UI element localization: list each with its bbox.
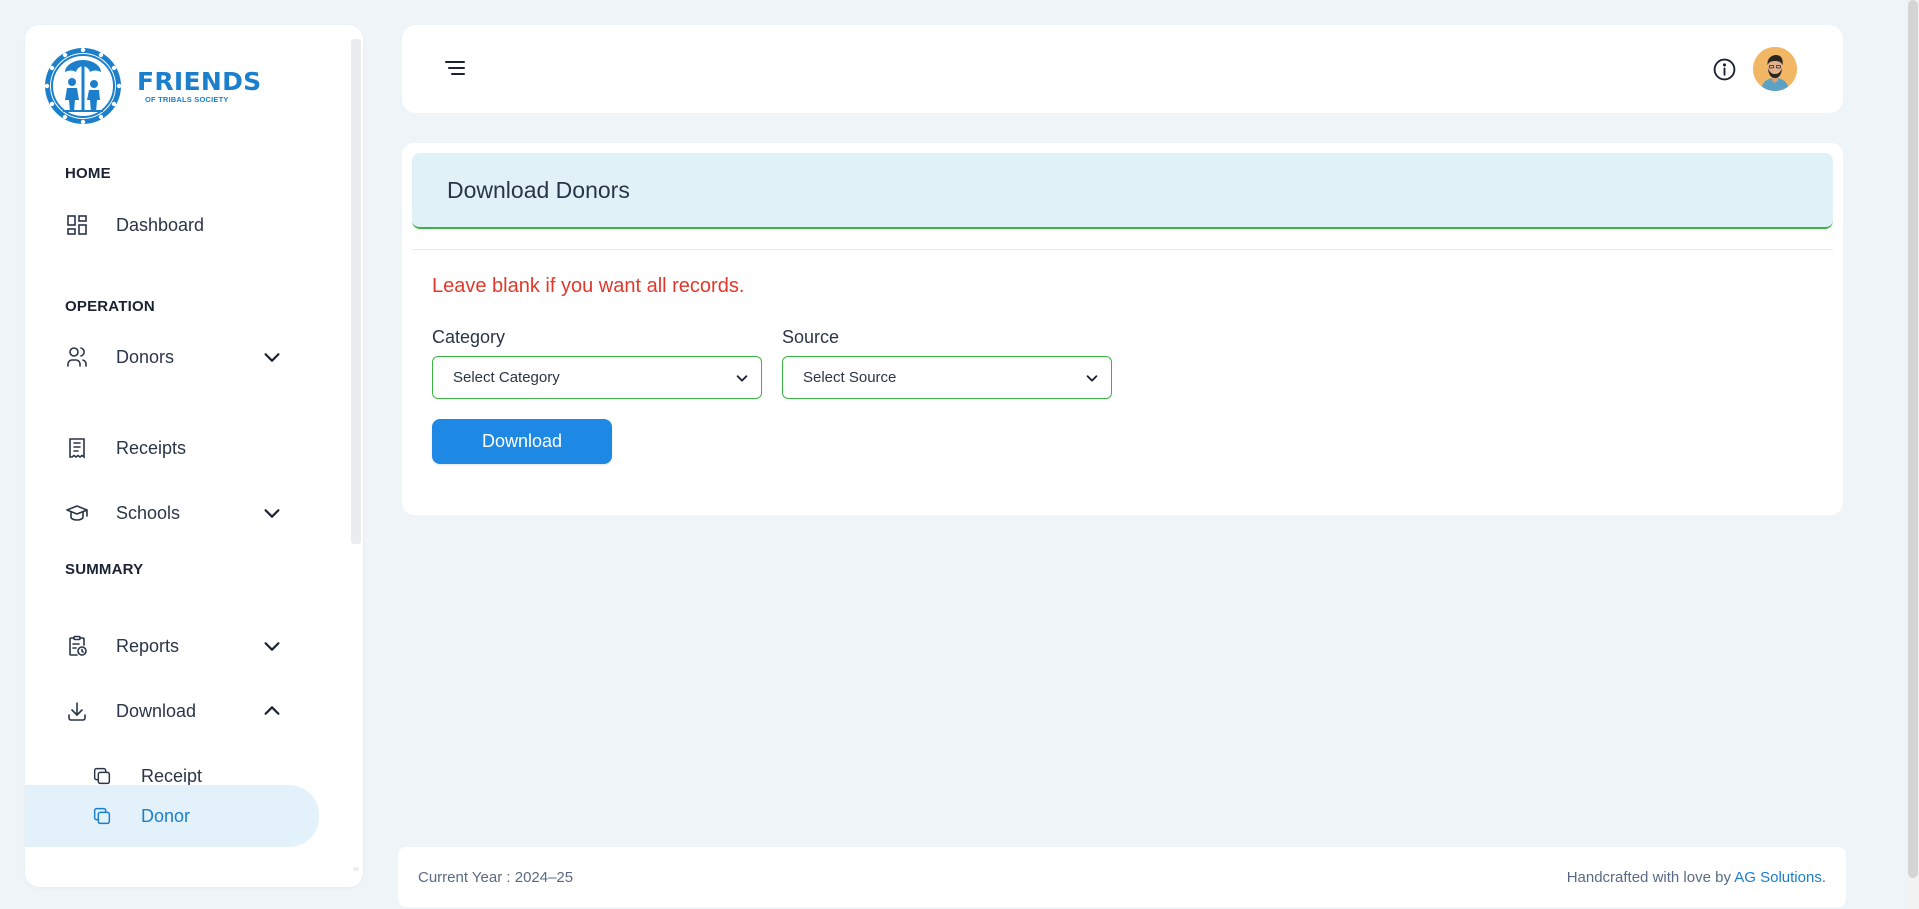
- sidebar-scrollbar[interactable]: [351, 39, 361, 544]
- receipt-icon: [65, 436, 89, 460]
- card-header: Download Donors: [412, 153, 1833, 229]
- page-title: Download Donors: [447, 177, 630, 203]
- section-title-summary: SUMMARY: [65, 561, 144, 578]
- current-year: Current Year : 2024–25: [418, 869, 574, 886]
- clipboard-icon: [65, 634, 89, 658]
- sidebar-subitem-donor[interactable]: Donor: [25, 785, 319, 847]
- section-title-operation: OPERATION: [65, 298, 155, 315]
- section-title-home: HOME: [65, 165, 111, 182]
- sidebar-item-label: Schools: [116, 502, 181, 523]
- sidebar-item-label: Donor: [141, 805, 191, 826]
- society-seal-icon: [44, 47, 122, 125]
- brand-name: FRIENDS OF TRIBALS SOCIETY: [137, 69, 262, 104]
- blank-records-notice: Leave blank if you want all records.: [432, 275, 745, 297]
- sidebar-item-dashboard[interactable]: Dashboard: [25, 195, 320, 255]
- sidebar-item-label: Receipt: [141, 765, 203, 786]
- category-select-value: Select Category: [453, 369, 560, 386]
- copy-icon: [91, 765, 113, 787]
- sidebar-item-schools[interactable]: Schools: [25, 483, 320, 543]
- ag-solutions-link[interactable]: AG Solutions: [1734, 869, 1822, 886]
- sidebar-scroll-indicator: [353, 867, 359, 871]
- credit-suffix: .: [1821, 869, 1826, 886]
- source-select-value: Select Source: [803, 369, 897, 386]
- info-icon[interactable]: [1712, 57, 1737, 82]
- category-select[interactable]: Select Category: [432, 356, 762, 399]
- copy-icon: [91, 805, 113, 827]
- chevron-down-icon: [264, 509, 280, 518]
- school-icon: [65, 501, 89, 525]
- sidebar-item-label: Donors: [116, 346, 175, 367]
- sidebar-item-label: Reports: [116, 635, 180, 656]
- download-button[interactable]: Download: [432, 419, 612, 464]
- menu-toggle-icon[interactable]: [442, 55, 468, 81]
- chevron-down-icon: [264, 353, 280, 362]
- brand-logo[interactable]: FRIENDS OF TRIBALS SOCIETY: [43, 45, 283, 127]
- sidebar-item-label: Dashboard: [116, 214, 205, 235]
- footer: Current Year : 2024–25 Handcrafted with …: [398, 847, 1846, 907]
- sidebar-item-reports[interactable]: Reports: [25, 616, 320, 676]
- footer-credit: Handcrafted with love by AG Solutions.: [1567, 869, 1826, 886]
- top-bar: [402, 25, 1843, 113]
- brand-name-secondary: OF TRIBALS SOCIETY: [145, 94, 229, 104]
- download-icon: [65, 699, 89, 723]
- chevron-down-icon: [736, 374, 748, 382]
- divider: [412, 249, 1833, 250]
- sidebar: FRIENDS OF TRIBALS SOCIETY HOME Dashboar…: [25, 25, 363, 887]
- dashboard-icon: [65, 213, 89, 237]
- avatar-portrait-icon: [1753, 47, 1797, 91]
- brand-name-primary: FRIENDS: [137, 66, 262, 96]
- users-icon: [65, 345, 89, 369]
- sidebar-item-label: Download: [116, 700, 197, 721]
- category-label: Category: [432, 327, 506, 347]
- chevron-down-icon: [1086, 374, 1098, 382]
- source-select[interactable]: Select Source: [782, 356, 1112, 399]
- credit-text: Handcrafted with love by: [1566, 869, 1735, 886]
- sidebar-item-receipts[interactable]: Receipts: [25, 418, 320, 478]
- sidebar-item-donors[interactable]: Donors: [25, 327, 320, 387]
- user-avatar[interactable]: [1753, 47, 1797, 91]
- sidebar-item-download[interactable]: Download: [25, 681, 320, 741]
- chevron-up-icon: [264, 706, 280, 715]
- window-scrollbar-thumb[interactable]: [1908, 0, 1918, 878]
- source-label: Source: [782, 327, 840, 347]
- chevron-down-icon: [264, 642, 280, 651]
- download-donors-card: Download Donors Leave blank if you want …: [402, 143, 1843, 515]
- sidebar-item-label: Receipts: [116, 437, 187, 458]
